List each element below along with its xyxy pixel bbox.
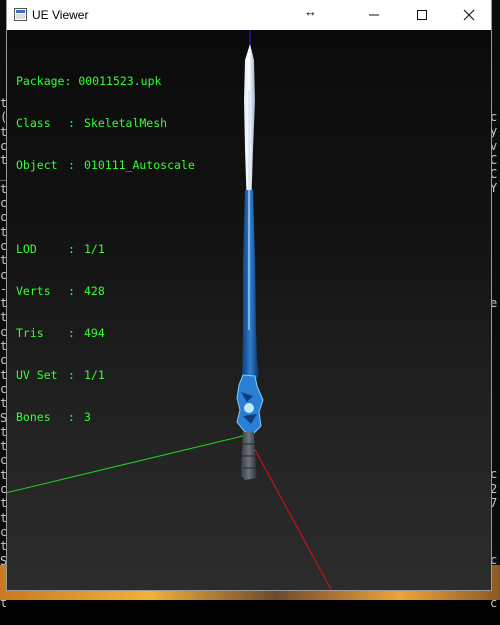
- info-bones-value: 3: [84, 410, 91, 424]
- info-uvset-label: UV Set: [16, 368, 58, 382]
- close-icon: [463, 9, 474, 21]
- background-console-char: [490, 525, 500, 539]
- background-console-char: [490, 382, 500, 396]
- background-console-char: c: [490, 467, 498, 482]
- info-object-label: Object: [16, 158, 58, 172]
- info-tris-label: Tris: [16, 326, 44, 340]
- minimize-icon: [368, 14, 379, 16]
- info-lod-label: LOD: [16, 242, 37, 256]
- background-console-char: [490, 439, 500, 453]
- title-bar[interactable]: UE Viewer ↔: [7, 0, 491, 30]
- info-bones-label: Bones: [16, 410, 51, 424]
- info-bones-row: Bones:3: [16, 410, 195, 424]
- app-icon: [14, 8, 27, 21]
- maximize-icon: [416, 10, 427, 20]
- background-console-char: [490, 239, 500, 253]
- background-console-char: [490, 210, 500, 224]
- info-separator: :: [68, 158, 75, 172]
- info-package-label: Package:: [16, 74, 72, 88]
- info-uvset-value: 1/1: [84, 368, 105, 382]
- background-console-char: [490, 339, 500, 353]
- info-separator: :: [68, 116, 75, 130]
- info-class-value: SkeletalMesh: [84, 116, 168, 130]
- maximize-button[interactable]: [399, 0, 444, 30]
- background-console-char: C: [490, 167, 498, 182]
- ue-viewer-window[interactable]: UE Viewer ↔ Package: 00011523.upk Class …: [7, 0, 491, 590]
- info-separator: :: [68, 368, 75, 382]
- info-object-row: Object:010111_Autoscale: [16, 158, 195, 172]
- info-verts-value: 428: [84, 284, 105, 298]
- 3d-viewport[interactable]: Package: 00011523.upk Class: SkeletalMesh…: [7, 30, 491, 590]
- sword-blade-highlight: [248, 90, 250, 330]
- info-separator: :: [68, 326, 75, 340]
- background-console-char: [490, 453, 500, 467]
- info-class-row: Class: SkeletalMesh: [16, 116, 195, 130]
- background-console-char: [490, 253, 500, 267]
- info-verts-label: Verts: [16, 284, 51, 298]
- info-separator: :: [68, 284, 75, 298]
- window-title: UE Viewer: [32, 8, 89, 22]
- sword-blade-base: [242, 190, 259, 380]
- background-console-char: [490, 196, 500, 210]
- background-console-char: [490, 282, 500, 296]
- background-console-char: [490, 410, 500, 424]
- background-console-char: [490, 310, 500, 324]
- info-class-label: Class: [16, 116, 51, 130]
- background-console-char: [490, 224, 500, 238]
- background-console-char: 7: [490, 496, 498, 511]
- mesh-info-panel: Package: 00011523.upk Class: SkeletalMesh…: [16, 46, 195, 452]
- info-lod-row: LOD:1/1: [16, 242, 195, 256]
- background-console-char: [490, 324, 500, 338]
- minimize-button[interactable]: [351, 0, 396, 30]
- background-console-char: [490, 267, 500, 281]
- background-console-char: [490, 610, 500, 624]
- background-console-char: v: [490, 138, 498, 153]
- background-console-char: [490, 510, 500, 524]
- info-package-row: Package: 00011523.upk: [16, 74, 195, 88]
- background-console-char: C: [490, 152, 498, 167]
- axis-x-line: [246, 434, 332, 590]
- info-object-value: 010111_Autoscale: [84, 158, 195, 172]
- close-button[interactable]: [446, 0, 491, 30]
- info-lod-value: 1/1: [84, 242, 105, 256]
- info-separator: :: [68, 410, 75, 424]
- background-console-right-edge: cyvCCYec27c2sc: [490, 110, 500, 625]
- background-console-char: [490, 425, 500, 439]
- background-console-char: 2: [490, 481, 498, 496]
- background-console-char: [490, 396, 500, 410]
- background-console-char: [490, 353, 500, 367]
- resize-cursor-icon: ↔: [304, 4, 317, 19]
- info-separator: :: [68, 242, 75, 256]
- info-verts-row: Verts:428: [16, 284, 195, 298]
- info-tris-value: 494: [84, 326, 105, 340]
- info-package-value: 00011523.upk: [78, 74, 162, 88]
- background-console-char: c: [490, 110, 498, 124]
- background-console-char: [490, 539, 500, 553]
- sword-gem: [244, 403, 254, 413]
- background-console-char: Y: [490, 181, 498, 196]
- background-console-char: e: [490, 295, 498, 310]
- info-tris-row: Tris:494: [16, 326, 195, 340]
- background-console-char: [490, 367, 500, 381]
- info-uvset-row: UV Set:1/1: [16, 368, 195, 382]
- background-console-char: y: [490, 124, 498, 139]
